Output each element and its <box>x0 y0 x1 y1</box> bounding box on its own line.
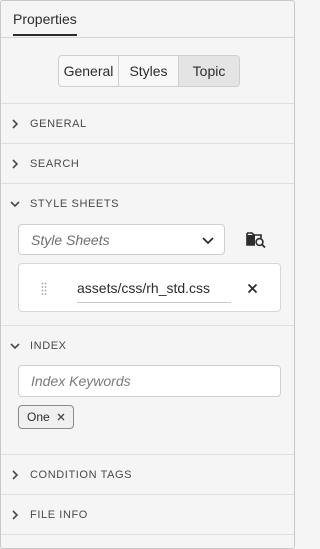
style-sheet-path-underline <box>77 302 231 303</box>
chevron-down-icon <box>202 237 214 245</box>
chevron-right-icon <box>12 119 19 129</box>
section-condition-tags[interactable]: CONDITION TAGS <box>1 455 294 495</box>
chevron-right-icon <box>12 159 19 169</box>
tab-general[interactable]: General <box>59 56 119 86</box>
section-style-sheets-label: STYLE SHEETS <box>30 198 120 210</box>
properties-panel: Properties General Styles Topic GENERAL … <box>0 0 295 549</box>
properties-tab-group: General Styles Topic <box>58 55 240 87</box>
close-icon[interactable] <box>247 283 258 294</box>
style-sheets-dropdown-placeholder: Style Sheets <box>31 232 110 248</box>
style-sheets-dropdown[interactable]: Style Sheets <box>18 224 225 255</box>
section-condition-tags-label: CONDITION TAGS <box>30 469 133 481</box>
style-sheet-file-row: assets/css/rh_std.css <box>18 263 281 312</box>
section-search-label: SEARCH <box>30 158 80 170</box>
close-icon[interactable] <box>57 413 65 421</box>
chevron-right-icon <box>12 510 19 520</box>
section-file-info-label: FILE INFO <box>30 509 88 521</box>
section-general[interactable]: GENERAL <box>1 104 294 144</box>
panel-title-tab[interactable]: Properties <box>13 11 77 36</box>
panel-header: Properties <box>1 1 294 38</box>
tab-styles[interactable]: Styles <box>119 56 179 86</box>
index-keyword-tag[interactable]: One <box>18 405 74 429</box>
chevron-right-icon <box>12 470 19 480</box>
chevron-down-icon <box>10 201 20 208</box>
chevron-down-icon <box>10 343 20 350</box>
section-index[interactable]: INDEX <box>1 326 294 366</box>
index-keywords-input[interactable] <box>19 366 280 396</box>
section-search[interactable]: SEARCH <box>1 144 294 184</box>
section-file-info[interactable]: FILE INFO <box>1 495 294 535</box>
section-general-label: GENERAL <box>30 118 87 130</box>
folder-search-icon[interactable] <box>246 230 266 248</box>
section-index-label: INDEX <box>30 340 67 352</box>
index-keyword-label: One <box>27 410 50 424</box>
section-style-sheets[interactable]: STYLE SHEETS <box>1 184 294 224</box>
index-keywords-field[interactable] <box>18 365 281 397</box>
section-divider <box>1 534 294 535</box>
drag-handle-icon[interactable] <box>41 282 47 296</box>
style-sheet-path[interactable]: assets/css/rh_std.css <box>77 280 210 296</box>
tab-topic[interactable]: Topic <box>179 56 239 86</box>
